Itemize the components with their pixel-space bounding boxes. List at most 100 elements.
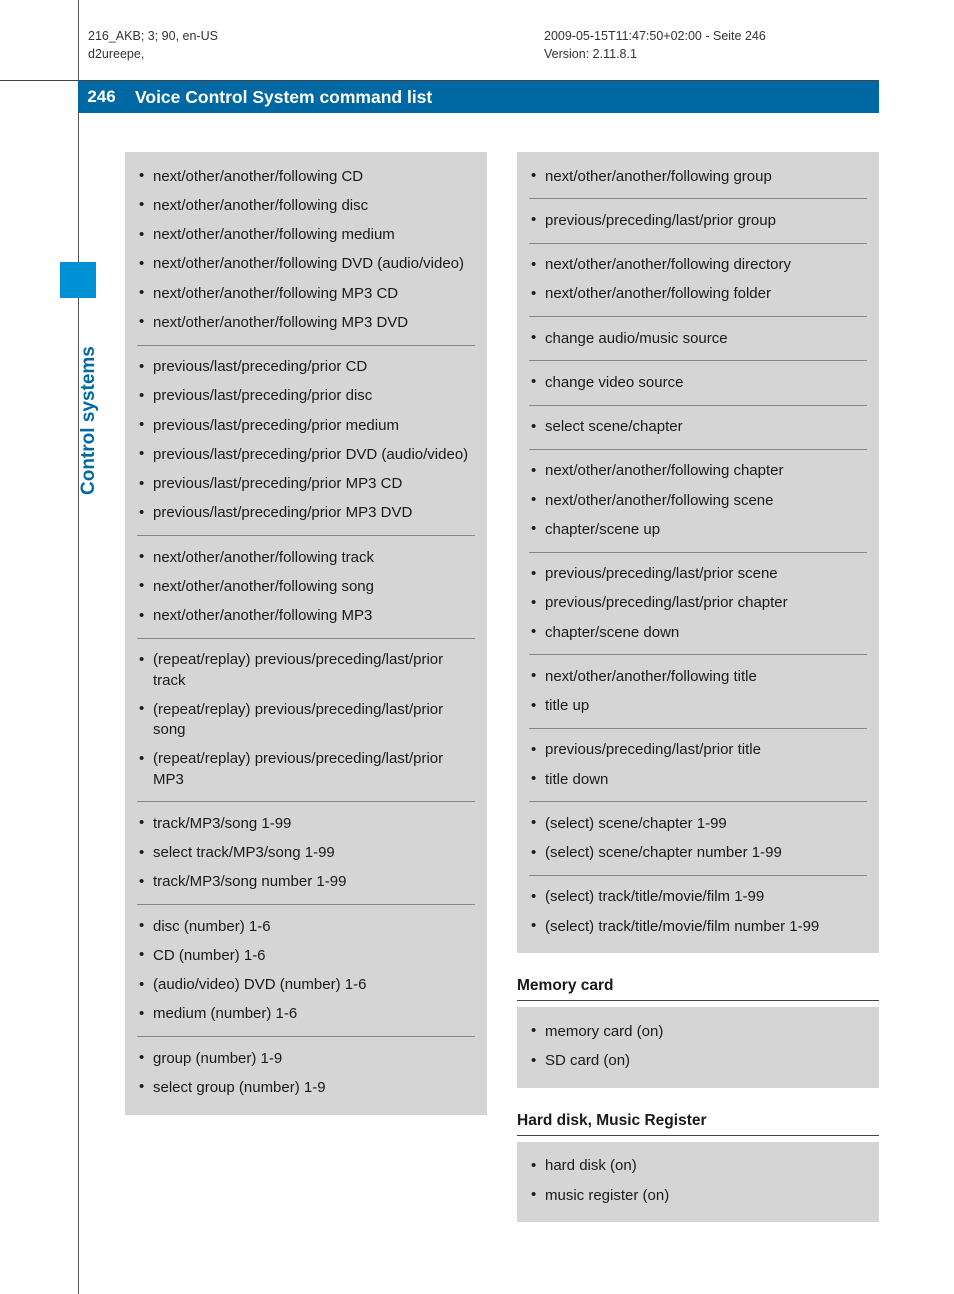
list-item: medium (number) 1-6 — [137, 1000, 475, 1029]
list-item: (select) track/title/movie/film 1-99 — [529, 883, 867, 912]
list-item: chapter/scene down — [529, 618, 867, 647]
list-item: previous/last/preceding/prior MP3 DVD — [137, 499, 475, 528]
list-item: previous/last/preceding/prior CD — [137, 353, 475, 382]
list-item: next/other/another/following CD — [137, 162, 475, 191]
list-group: next/other/another/following group — [529, 162, 867, 191]
group-separator — [529, 728, 867, 729]
list-item: (repeat/replay) previous/preceding/last/… — [137, 745, 475, 795]
list-item: next/other/another/following MP3 CD — [137, 279, 475, 308]
list-item: music register (on) — [529, 1181, 867, 1210]
list-group: change audio/music source — [529, 324, 867, 353]
list-group: disc (number) 1-6CD (number) 1-6(audio/v… — [137, 912, 475, 1029]
list-item: track/MP3/song number 1-99 — [137, 868, 475, 897]
document-header: 216_AKB; 3; 90, en-US d2ureepe, 2009-05-… — [88, 28, 894, 63]
hard-disk-section: Hard disk, Music Register hard disk (on)… — [517, 1110, 879, 1223]
side-tab-label: Control systems — [78, 346, 100, 495]
list-item: chapter/scene up — [529, 515, 867, 544]
list-item: previous/last/preceding/prior MP3 CD — [137, 470, 475, 499]
list-group: next/other/another/following chapternext… — [529, 457, 867, 545]
left-column: next/other/another/following CDnext/othe… — [125, 152, 487, 1244]
list-item: (repeat/replay) previous/preceding/last/… — [137, 646, 475, 696]
hard-disk-heading: Hard disk, Music Register — [517, 1110, 879, 1136]
list-item: (audio/video) DVD (number) 1-6 — [137, 971, 475, 1000]
group-separator — [529, 360, 867, 361]
list-group: select scene/chapter — [529, 413, 867, 442]
list-group: next/other/another/following titletitle … — [529, 662, 867, 721]
list-item: change video source — [529, 368, 867, 397]
list-item: next/other/another/following disc — [137, 191, 475, 220]
list-group: (repeat/replay) previous/preceding/last/… — [137, 646, 475, 795]
list-item: previous/last/preceding/prior DVD (audio… — [137, 440, 475, 469]
list-item: previous/last/preceding/prior medium — [137, 411, 475, 440]
list-item: select scene/chapter — [529, 413, 867, 442]
list-item: previous/preceding/last/prior title — [529, 736, 867, 765]
hard-disk-block: hard disk (on)music register (on) — [517, 1142, 879, 1223]
list-group: previous/preceding/last/prior group — [529, 206, 867, 235]
list-item: (select) track/title/movie/film number 1… — [529, 912, 867, 941]
list-item: (select) scene/chapter 1-99 — [529, 809, 867, 838]
list-item: next/other/another/following MP3 — [137, 602, 475, 631]
right-column: next/other/another/following group previo… — [517, 152, 879, 1244]
page-title: Voice Control System command list — [125, 87, 432, 108]
group-separator — [529, 405, 867, 406]
list-item: previous/last/preceding/prior disc — [137, 382, 475, 411]
page-left-border — [78, 0, 79, 1294]
list-item: (repeat/replay) previous/preceding/last/… — [137, 695, 475, 745]
list-group: previous/preceding/last/prior titletitle… — [529, 736, 867, 795]
list-group: next/other/another/following tracknext/o… — [137, 543, 475, 631]
group-separator — [529, 449, 867, 450]
list-group: (select) scene/chapter 1-99(select) scen… — [529, 809, 867, 868]
list-group: change video source — [529, 368, 867, 397]
list-group: next/other/another/following CDnext/othe… — [137, 162, 475, 338]
list-item: track/MP3/song 1-99 — [137, 809, 475, 838]
content-columns: next/other/another/following CDnext/othe… — [125, 152, 879, 1244]
memory-card-section: Memory card memory card (on)SD card (on) — [517, 975, 879, 1088]
group-separator — [529, 875, 867, 876]
list-item: disc (number) 1-6 — [137, 912, 475, 941]
list-item: previous/preceding/last/prior scene — [529, 560, 867, 589]
list-item: select track/MP3/song 1-99 — [137, 839, 475, 868]
list-group: (select) track/title/movie/film 1-99(sel… — [529, 883, 867, 942]
side-tab-block — [60, 262, 96, 298]
header-left-line1: 216_AKB; 3; 90, en-US — [88, 28, 388, 46]
list-item: next/other/another/following folder — [529, 280, 867, 309]
header-left-line2: d2ureepe, — [88, 46, 388, 64]
list-group: group (number) 1-9select group (number) … — [137, 1044, 475, 1103]
memory-card-heading: Memory card — [517, 975, 879, 1001]
list-item: next/other/another/following title — [529, 662, 867, 691]
list-item: title up — [529, 692, 867, 721]
list-item: previous/preceding/last/prior group — [529, 206, 867, 235]
list-group: hard disk (on)music register (on) — [529, 1152, 867, 1211]
list-item: CD (number) 1-6 — [137, 941, 475, 970]
list-item: next/other/another/following MP3 DVD — [137, 308, 475, 337]
page-number: 246 — [78, 81, 125, 113]
header-right-line1: 2009-05-15T11:47:50+02:00 - Seite 246 — [544, 28, 894, 46]
left-command-block: next/other/another/following CDnext/othe… — [125, 152, 487, 1115]
list-item: select group (number) 1-9 — [137, 1073, 475, 1102]
list-group: next/other/another/following directoryne… — [529, 251, 867, 310]
list-item: next/other/another/following track — [137, 543, 475, 572]
list-item: next/other/another/following song — [137, 572, 475, 601]
list-item: next/other/another/following directory — [529, 251, 867, 280]
group-separator — [529, 654, 867, 655]
group-separator — [137, 638, 475, 639]
list-item: group (number) 1-9 — [137, 1044, 475, 1073]
list-item: next/other/another/following DVD (audio/… — [137, 250, 475, 279]
header-right-line2: Version: 2.11.8.1 — [544, 46, 894, 64]
list-item: next/other/another/following group — [529, 162, 867, 191]
group-separator — [529, 552, 867, 553]
list-item: previous/preceding/last/prior chapter — [529, 589, 867, 618]
list-item: next/other/another/following medium — [137, 221, 475, 250]
group-separator — [137, 801, 475, 802]
group-separator — [137, 345, 475, 346]
group-separator — [529, 198, 867, 199]
list-group: track/MP3/song 1-99select track/MP3/song… — [137, 809, 475, 897]
list-group: previous/preceding/last/prior sceneprevi… — [529, 560, 867, 648]
group-separator — [529, 243, 867, 244]
group-separator — [529, 316, 867, 317]
group-separator — [529, 801, 867, 802]
list-item: title down — [529, 765, 867, 794]
list-item: change audio/music source — [529, 324, 867, 353]
group-separator — [137, 535, 475, 536]
right-command-block-1: next/other/another/following group previo… — [517, 152, 879, 953]
